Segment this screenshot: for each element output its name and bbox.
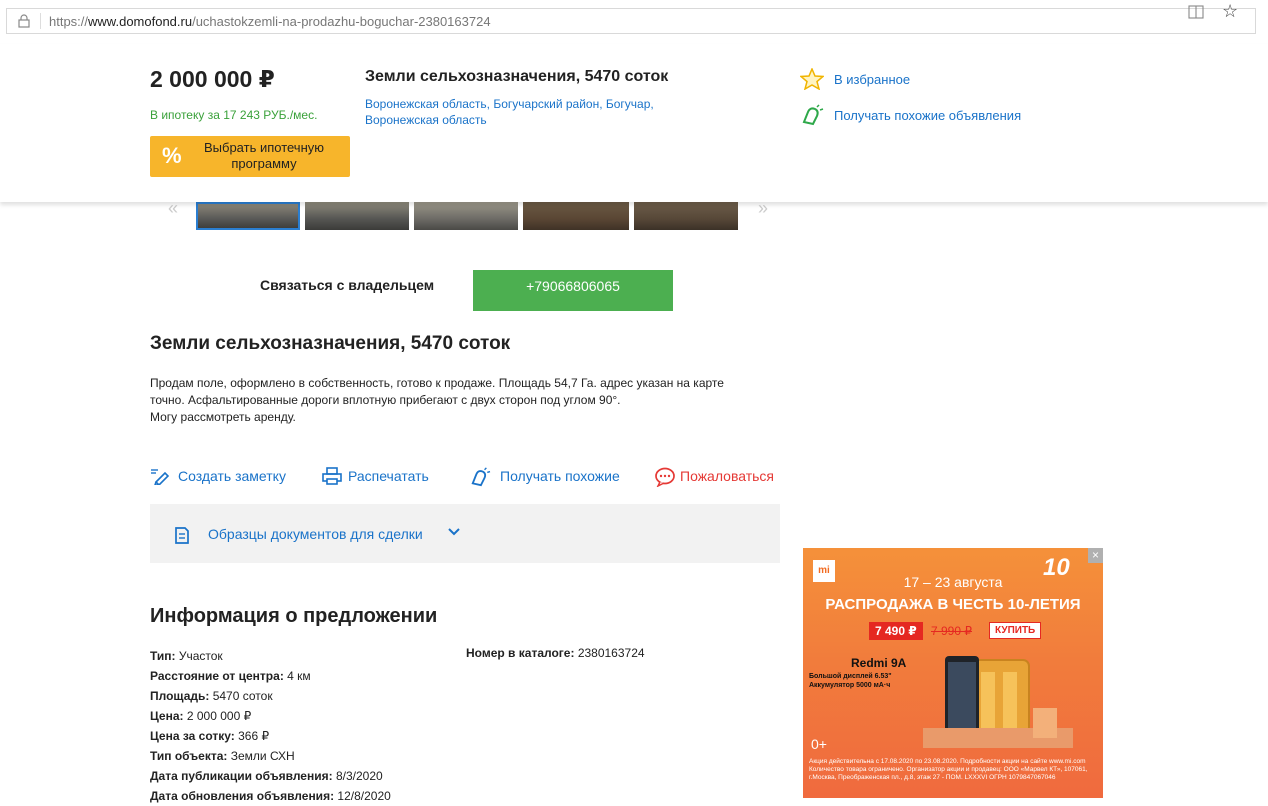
create-note-button[interactable]: Создать заметку bbox=[150, 466, 300, 488]
header-address-link[interactable]: Воронежская область, Богучарский район, … bbox=[365, 96, 705, 128]
deal-documents-toggle[interactable]: Образцы документов для сделки bbox=[150, 504, 780, 563]
ad-legal-text: Акция действительна с 17.08.2020 по 23.0… bbox=[809, 758, 1088, 781]
deal-documents-label: Образцы документов для сделки bbox=[208, 526, 423, 542]
printer-icon bbox=[322, 467, 342, 485]
info-row: Площадь: 5470 соток bbox=[150, 689, 273, 703]
percent-icon: % bbox=[162, 143, 182, 168]
gallery-thumbnail[interactable] bbox=[634, 202, 738, 230]
document-icon bbox=[175, 527, 189, 544]
print-label: Распечатать bbox=[348, 468, 429, 484]
ad-new-price: 7 490 ₽ bbox=[869, 622, 923, 640]
description-line: точно. Асфальтированные дороги вплотную … bbox=[150, 393, 621, 407]
phone-button[interactable]: +79066806065 bbox=[473, 270, 673, 311]
url-separator bbox=[40, 13, 41, 29]
choose-mortgage-button[interactable]: % Выбрать ипотечную программу bbox=[150, 136, 350, 177]
ad-model: Redmi 9A bbox=[851, 656, 907, 670]
lock-icon bbox=[18, 14, 30, 28]
info-row: Тип: Участок bbox=[150, 649, 223, 663]
print-button[interactable]: Распечатать bbox=[322, 466, 442, 488]
info-row: Цена за сотку: 366 ₽ bbox=[150, 729, 270, 743]
contact-owner-label: Связаться с владельцем bbox=[260, 277, 435, 293]
mortgage-monthly-link[interactable]: В ипотеку за 17 243 РУБ./мес. bbox=[150, 108, 317, 122]
bookmark-star-icon[interactable]: ☆ bbox=[1222, 1, 1238, 22]
info-row: Цена: 2 000 000 ₽ bbox=[150, 709, 252, 723]
ad-close-button[interactable]: × bbox=[1088, 548, 1103, 563]
header-title: Земли сельхозназначения, 5470 соток bbox=[365, 68, 669, 85]
report-label: Пожаловаться bbox=[680, 468, 775, 484]
offer-info-title: Информация о предложении bbox=[150, 605, 438, 627]
browser-address-bar: https://www.domofond.ru/uchastokzemli-na… bbox=[0, 0, 1268, 44]
get-similar-label: Получать похожие bbox=[500, 468, 620, 484]
ad-buy-button[interactable]: КУПИТЬ bbox=[989, 622, 1042, 639]
phone-promo-image bbox=[923, 656, 1073, 748]
star-icon bbox=[800, 68, 824, 90]
choose-mortgage-label: Выбрать ипотечную программу bbox=[203, 140, 325, 171]
bell-icon bbox=[802, 104, 824, 126]
ad-banner[interactable]: mi 10 × 17 – 23 августа РАСПРОДАЖА В ЧЕС… bbox=[803, 548, 1103, 798]
ad-headline: РАСПРОДАЖА В ЧЕСТЬ 10-ЛЕТИЯ bbox=[825, 596, 1081, 613]
ad-specs: Большой дисплей 6.53" Аккумулятор 5000 м… bbox=[809, 673, 892, 689]
favorite-label: В избранное bbox=[834, 72, 911, 87]
url-field[interactable]: https://www.domofond.ru/uchastokzemli-na… bbox=[6, 8, 1256, 34]
description-line: Могу рассмотреть аренду. bbox=[150, 410, 296, 424]
create-note-label: Создать заметку bbox=[178, 468, 286, 484]
url-text[interactable]: https://www.domofond.ru/uchastokzemli-na… bbox=[49, 14, 491, 29]
ad-age-rating: 0+ bbox=[811, 736, 827, 752]
gallery-thumbnail[interactable] bbox=[196, 202, 300, 230]
offer-info-list: Тип: Участок Расстояние от центра: 4 км … bbox=[150, 646, 391, 806]
chevron-down-icon bbox=[448, 528, 460, 536]
pencil-icon bbox=[151, 469, 170, 485]
listing-title: Земли сельхозназначения, 5470 соток bbox=[150, 333, 511, 354]
gallery-thumbnail[interactable] bbox=[414, 202, 518, 230]
bell-icon bbox=[471, 467, 491, 487]
speech-bubble-icon bbox=[655, 467, 675, 487]
get-similar-ads-label: Получать похожие объявления bbox=[834, 108, 1022, 123]
reading-view-icon[interactable] bbox=[1188, 5, 1204, 19]
catalog-number: Номер в каталоге: 2380163724 bbox=[466, 646, 645, 660]
info-row: Дата обновления объявления: 12/8/2020 bbox=[150, 789, 391, 803]
report-button[interactable]: Пожаловаться bbox=[654, 466, 782, 488]
sticky-listing-header: 2 000 000 ₽ В ипотеку за 17 243 РУБ./мес… bbox=[0, 44, 1268, 202]
info-row: Тип объекта: Земли СХН bbox=[150, 749, 295, 763]
ad-old-price: 7 990 ₽ bbox=[931, 624, 972, 638]
ad-dates: 17 – 23 августа bbox=[903, 574, 1003, 590]
listing-description: Продам поле, оформлено в собственность, … bbox=[150, 375, 790, 426]
description-line: Продам поле, оформлено в собственность, … bbox=[150, 376, 724, 390]
get-similar-button[interactable]: Получать похожие bbox=[468, 466, 628, 488]
info-row: Расстояние от центра: 4 км bbox=[150, 669, 311, 683]
listing-price: 2 000 000 ₽ bbox=[150, 66, 275, 92]
gallery-thumbnail[interactable] bbox=[305, 202, 409, 230]
gallery-thumbnail[interactable] bbox=[523, 202, 629, 230]
info-row: Дата публикации объявления: 8/3/2020 bbox=[150, 769, 383, 783]
